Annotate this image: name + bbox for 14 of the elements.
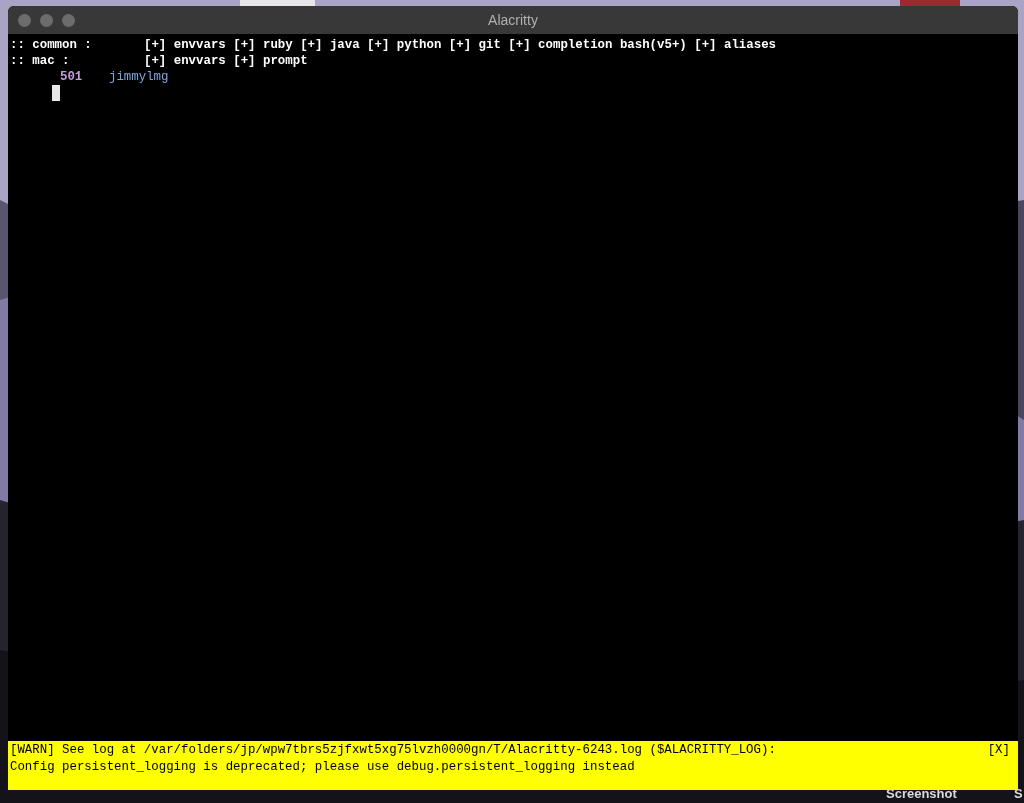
zoom-button[interactable] [62, 13, 75, 27]
window-title: Alacritty [488, 10, 538, 30]
close-button[interactable] [18, 13, 31, 27]
warning-text: [WARN] See log at /var/folders/jp/wpw7tbrs5zjfxwt5xg75lvzh0000gn/T/Alacritty-6243.log ($ALACRITTY_LOG): [10, 742, 777, 759]
dismiss-button[interactable]: [X] [987, 742, 1016, 759]
minimize-button[interactable] [40, 13, 53, 27]
warning-text: Config persistent_logging is deprecated; please use debug.persistent_logging instead [10, 759, 636, 776]
module-group: :: common : [10, 37, 144, 53]
module-list: [+] envvars [+] ruby [+] java [+] python [+] git [+] completion bash(v5+) [+] aliases [144, 37, 777, 53]
module-list: [+] envvars [+] prompt [144, 53, 308, 69]
desktop-icon-label: Screenshot [886, 786, 957, 802]
module-group: :: mac : [10, 53, 144, 69]
prompt-user: jimmylmg [109, 69, 169, 85]
prompt-uid: 501 [60, 69, 84, 85]
